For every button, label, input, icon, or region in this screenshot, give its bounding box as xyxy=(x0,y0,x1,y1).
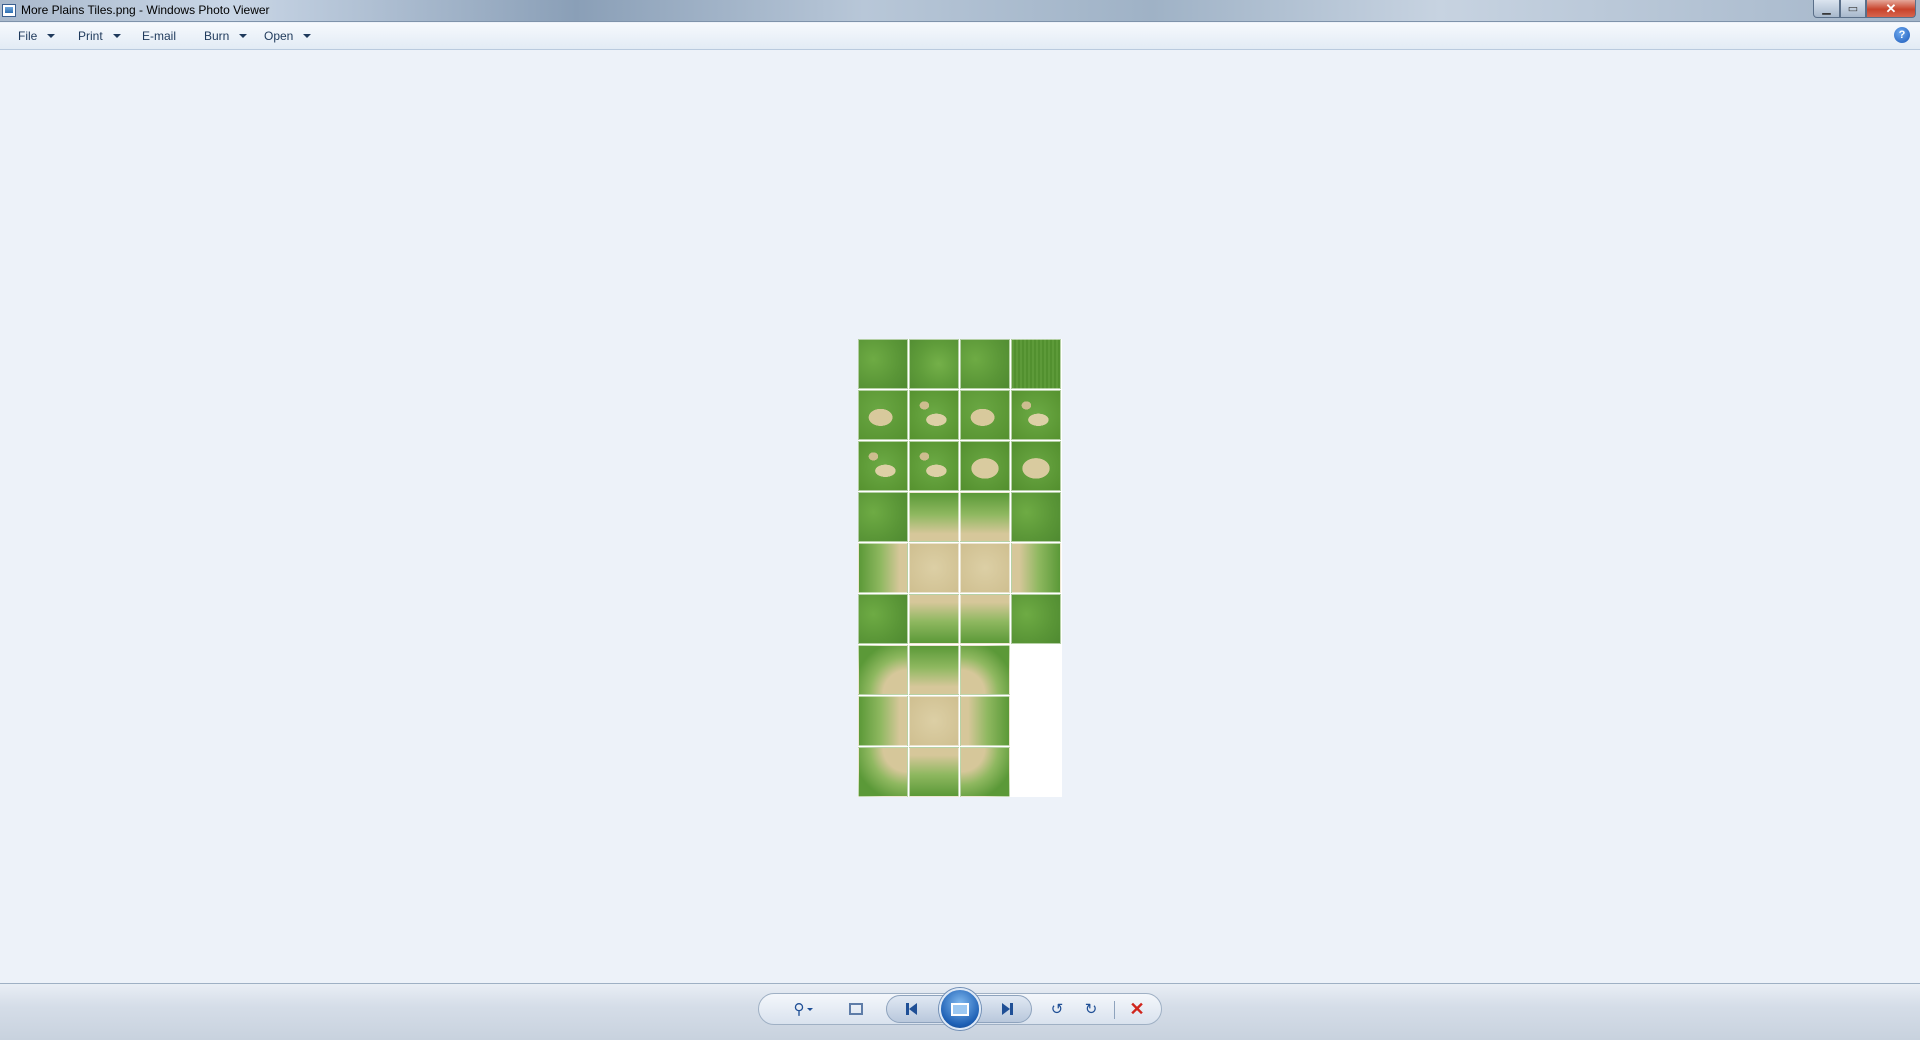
zoom-button[interactable]: ⚲ xyxy=(786,997,820,1021)
maximize-button[interactable]: ▭ xyxy=(1840,0,1866,18)
image-tile xyxy=(858,645,908,695)
rotate-left-icon: ↺ xyxy=(1050,1001,1064,1018)
rotate-right-button[interactable]: ↻ xyxy=(1078,997,1104,1021)
image-tile xyxy=(960,441,1010,491)
zoom-icon: ⚲ xyxy=(793,1001,805,1018)
menu-file-label: File xyxy=(18,29,38,43)
image-tile xyxy=(909,339,959,389)
previous-button[interactable] xyxy=(898,997,924,1021)
image-tile xyxy=(1011,594,1061,644)
close-button[interactable]: ✕ xyxy=(1866,0,1916,18)
image-tile xyxy=(960,390,1010,440)
next-icon xyxy=(1001,1003,1010,1015)
minimize-button[interactable]: ▁ xyxy=(1813,0,1840,18)
image-tile xyxy=(858,390,908,440)
image-tile xyxy=(858,543,908,593)
image-viewer-area xyxy=(0,51,1920,983)
image-tile xyxy=(1011,543,1061,593)
bottom-toolbar: ⚲ ↺ ↻ ✕ xyxy=(0,983,1920,1040)
menu-open-label: Open xyxy=(264,29,294,43)
image-tile xyxy=(909,594,959,644)
menu-print[interactable]: Print xyxy=(78,29,121,43)
delete-button[interactable]: ✕ xyxy=(1124,997,1150,1021)
image-tile xyxy=(909,390,959,440)
image-tile xyxy=(1011,492,1061,542)
chevron-down-icon xyxy=(239,34,248,38)
image-tile xyxy=(858,594,908,644)
chevron-down-icon xyxy=(112,34,121,38)
photo-viewer-app-icon[interactable] xyxy=(2,4,16,17)
image-tile xyxy=(960,594,1010,644)
image-tile xyxy=(1011,339,1061,389)
image-tile xyxy=(858,441,908,491)
chevron-down-icon xyxy=(47,34,56,38)
image-tile xyxy=(960,696,1010,746)
next-button[interactable] xyxy=(994,997,1020,1021)
displayed-image xyxy=(858,339,1062,797)
fit-to-window-button[interactable] xyxy=(844,997,868,1021)
image-tile xyxy=(909,492,959,542)
rotate-right-icon: ↻ xyxy=(1084,1001,1098,1018)
image-tile xyxy=(858,747,908,797)
slideshow-icon xyxy=(951,1002,969,1016)
image-tile xyxy=(1011,390,1061,440)
image-tile xyxy=(858,339,908,389)
menu-email-label: E-mail xyxy=(142,29,177,43)
slideshow-button[interactable] xyxy=(939,988,981,1030)
image-tile xyxy=(858,492,908,542)
image-tile xyxy=(960,492,1010,542)
menu-bar: File Print E-mail Burn Open ? xyxy=(0,23,1920,50)
help-icon[interactable]: ? xyxy=(1894,27,1910,43)
menu-email[interactable]: E-mail xyxy=(142,29,176,43)
image-tile xyxy=(960,543,1010,593)
window-title: More Plains Tiles.png - Windows Photo Vi… xyxy=(21,3,270,17)
menu-open[interactable]: Open xyxy=(264,29,312,43)
image-tile xyxy=(960,339,1010,389)
menu-print-label: Print xyxy=(78,29,103,43)
image-tile xyxy=(909,441,959,491)
menu-file[interactable]: File xyxy=(18,29,56,43)
menu-burn[interactable]: Burn xyxy=(204,29,248,43)
menu-burn-label: Burn xyxy=(204,29,230,43)
image-tile xyxy=(909,747,959,797)
image-tile xyxy=(909,543,959,593)
image-tile xyxy=(858,696,908,746)
toolbar-divider xyxy=(1114,1001,1115,1019)
delete-icon: ✕ xyxy=(1129,998,1145,1019)
title-bar: More Plains Tiles.png - Windows Photo Vi… xyxy=(0,0,1920,22)
fit-to-window-icon xyxy=(849,1003,863,1015)
image-tile xyxy=(960,747,1010,797)
rotate-left-button[interactable]: ↺ xyxy=(1044,997,1070,1021)
chevron-down-icon xyxy=(303,34,312,38)
image-tile xyxy=(1011,441,1061,491)
chevron-down-icon xyxy=(806,1007,813,1011)
image-tile xyxy=(909,696,959,746)
image-tile xyxy=(960,645,1010,695)
image-tile xyxy=(909,645,959,695)
